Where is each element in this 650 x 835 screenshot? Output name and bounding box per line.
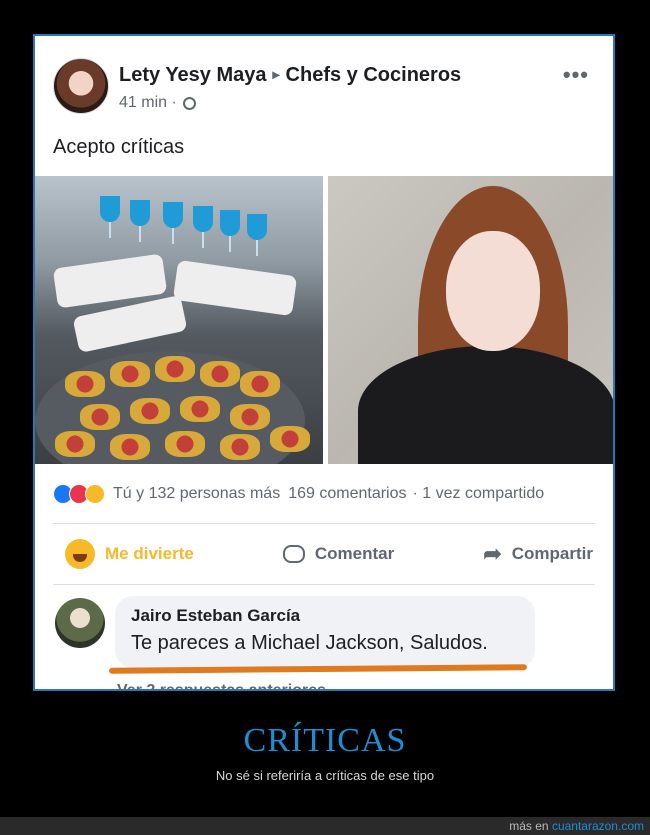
arrow-right-icon: ▸ [272,66,280,82]
comment-text: Te pareces a Michael Jackson, Saludos. [131,632,488,654]
cocktail-glass [247,214,267,256]
view-more-replies-link[interactable]: Ver 2 respuestas anteriores [117,682,326,689]
tartlet [55,431,95,457]
tartlet [230,404,270,430]
commenter-name[interactable]: Jairo Esteban García [131,606,300,626]
commenter-avatar[interactable] [55,598,105,648]
tartlet [165,431,205,457]
tartlet [155,356,195,382]
haha-icon [85,484,105,504]
more-options-icon[interactable]: ••• [563,62,589,88]
footer-bar: más en cuantarazon.com [0,817,650,835]
divider [53,523,595,524]
share-arrow-icon: ➦ [483,541,502,566]
comment-label: Comentar [314,544,395,563]
tartlet [220,434,260,460]
post-time[interactable]: 41 min · [119,94,177,112]
globe-icon [182,96,196,110]
cocktail-glass [130,200,150,242]
tartlet [240,371,280,397]
share-count[interactable]: · 1 vez compartido [413,485,545,503]
tartlet [130,398,170,424]
caption-subtitle: No sé si referiría a críticas de ese tip… [215,768,435,783]
tartlet [80,404,120,430]
action-bar: Me divierte Comentar ➦ Compartir [65,534,593,574]
tartlet [200,361,240,387]
divider [53,584,595,585]
post-header: Lety Yesy Maya ▸ Chefs y Cocineros 41 min … [53,58,613,118]
comment-bubble: Jairo Esteban García Te pareces a Michae… [115,596,535,668]
dark-clothing [358,346,613,464]
footer-text: más en cuantarazon.com [509,819,644,833]
tartlet [65,371,105,397]
share-button[interactable]: ➦ Compartir [483,541,593,567]
reaction-count[interactable]: Tú y 132 personas más [113,485,280,503]
screenshot-frame: Lety Yesy Maya ▸ Chefs y Cocineros 41 min … [33,34,615,691]
author-name[interactable]: Lety Yesy Maya [119,64,267,86]
footer-site-link[interactable]: cuantarazon.com [552,819,644,833]
author-avatar[interactable] [53,58,109,114]
post-meta: 41 min · [119,94,196,112]
post-text: Acepto críticas [53,136,185,158]
food-photo[interactable] [35,176,323,464]
selfie-photo[interactable] [328,176,613,464]
tartlet [270,426,310,452]
cocktail-glass [163,202,183,244]
reaction-button[interactable]: Me divierte [65,539,194,569]
appetizer-tray [172,259,298,317]
comment-bubble-icon [282,545,305,563]
comment-button[interactable]: Comentar [282,544,395,564]
caption-title: CRÍTICAS [243,722,407,759]
share-label: Compartir [511,544,593,563]
reactions-bar[interactable]: Tú y 132 personas más 169 comentarios · … [53,482,601,506]
tartlet [180,396,220,422]
tartlet [110,361,150,387]
face [446,231,540,351]
cocktail-glass [100,196,120,238]
reaction-label: Me divierte [105,544,194,563]
comment-count[interactable]: 169 comentarios [288,485,406,503]
laughing-emoji-icon [65,539,95,569]
group-name[interactable]: Chefs y Cocineros [286,64,462,86]
cocktail-glass [193,206,213,248]
cocktail-glass [220,210,240,252]
tartlet [110,434,150,460]
author-line: Lety Yesy Maya ▸ Chefs y Cocineros [119,64,461,87]
footer-prefix: más en [509,819,549,833]
